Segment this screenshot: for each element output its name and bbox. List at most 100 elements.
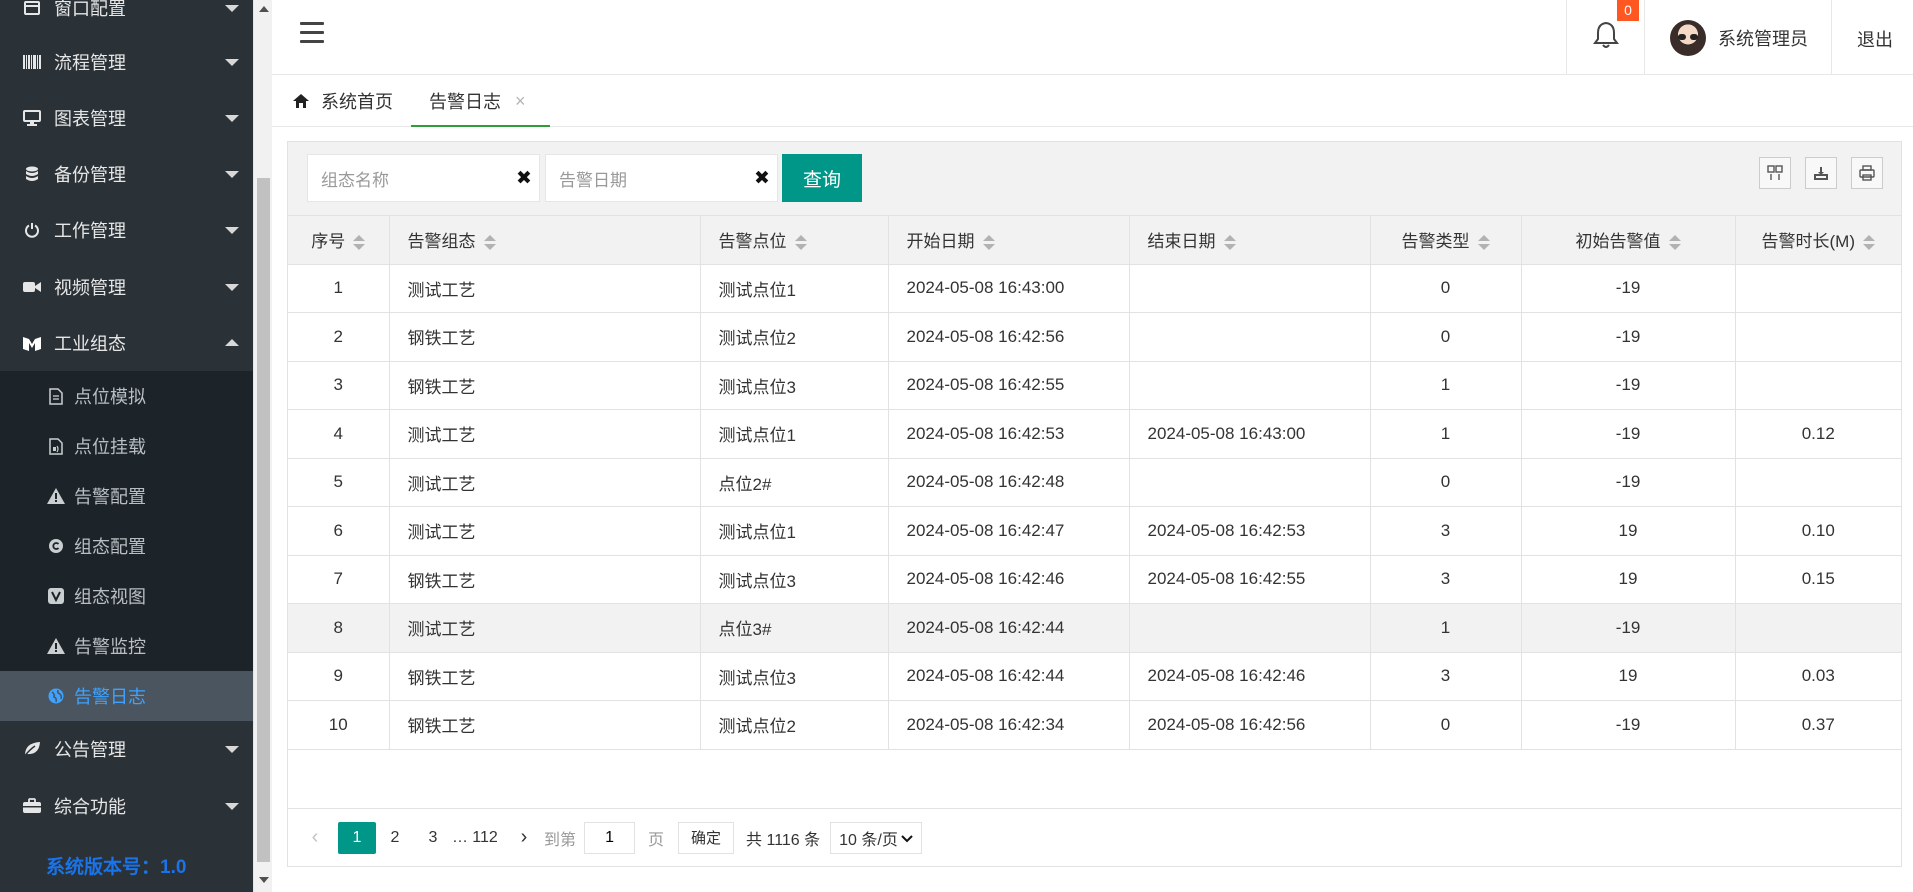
sidebar-scrollbar[interactable] xyxy=(253,0,272,892)
query-button[interactable]: 查询 xyxy=(782,154,862,202)
table-row[interactable]: 10 钢铁工艺 测试点位2 2024-05-08 16:42:34 2024-05-08… xyxy=(288,700,1901,750)
prev-page-icon[interactable]: ‹ xyxy=(302,826,328,849)
user-menu[interactable]: 系统管理员 xyxy=(1645,0,1832,75)
cell-index: 10 xyxy=(288,700,390,750)
sort-icon[interactable] xyxy=(1477,234,1490,251)
submenu-point-mount[interactable]: 点位挂载 xyxy=(0,421,253,471)
columns-filter-icon[interactable] xyxy=(1759,157,1791,189)
cell-point: 测试点位2 xyxy=(700,312,889,362)
print-icon[interactable] xyxy=(1851,157,1883,189)
sort-icon[interactable] xyxy=(794,234,807,251)
sort-icon[interactable] xyxy=(483,234,496,251)
column-header-end-date[interactable]: 结束日期 xyxy=(1129,216,1371,265)
table-row[interactable]: 6 测试工艺 测试点位1 2024-05-08 16:42:47 2024-05-08 … xyxy=(288,506,1901,556)
chevron-down-icon xyxy=(225,803,239,810)
sort-icon[interactable] xyxy=(982,234,995,251)
cell-initial-value: -19 xyxy=(1521,264,1736,313)
tab-alarm-log[interactable]: 告警日志 × xyxy=(411,75,550,128)
sort-icon[interactable] xyxy=(1223,234,1236,251)
close-icon[interactable]: × xyxy=(515,91,526,112)
column-header-initial-value[interactable]: 初始告警值 xyxy=(1521,216,1736,265)
page-3-button[interactable]: 3 xyxy=(414,822,452,854)
cell-end-date: 2024-05-08 16:42:55 xyxy=(1129,555,1371,604)
column-header-duration[interactable]: 告警时长(M) xyxy=(1735,216,1901,265)
menu-label: 公告管理 xyxy=(54,740,126,760)
cell-end-date xyxy=(1129,458,1371,507)
menu-label: 备份管理 xyxy=(54,165,126,185)
table-row[interactable]: 7 钢铁工艺 测试点位3 2024-05-08 16:42:46 2024-05-08 … xyxy=(288,555,1901,604)
config-name-input[interactable]: 组态名称 ✖ xyxy=(307,154,540,202)
sort-icon[interactable] xyxy=(353,234,366,251)
cell-initial-value: -19 xyxy=(1521,409,1736,459)
clear-icon[interactable]: ✖ xyxy=(747,167,777,190)
next-page-icon[interactable]: › xyxy=(504,826,544,849)
logout-link[interactable]: 退出 xyxy=(1857,26,1893,52)
header-label: 告警组态 xyxy=(407,232,476,252)
menu-announcement[interactable]: 公告管理 xyxy=(0,721,253,777)
table-row[interactable]: 8 测试工艺 点位3# 2024-05-08 16:42:44 1 -19 xyxy=(288,603,1901,653)
cell-point: 测试点位3 xyxy=(700,555,889,604)
menu-comprehensive[interactable]: 综合功能 xyxy=(0,778,253,834)
cell-alarm-type: 1 xyxy=(1370,409,1522,459)
column-header-index[interactable]: 序号 xyxy=(288,216,390,265)
submenu-alarm-config[interactable]: 告警配置 xyxy=(0,471,253,521)
scrollbar-thumb[interactable] xyxy=(257,178,270,862)
goto-page-input[interactable] xyxy=(584,821,636,854)
column-header-point[interactable]: 告警点位 xyxy=(700,216,889,265)
cell-duration xyxy=(1735,603,1901,653)
cell-duration: 0.10 xyxy=(1735,506,1901,556)
clear-icon[interactable]: ✖ xyxy=(509,167,539,190)
table-row[interactable]: 3 钢铁工艺 测试点位3 2024-05-08 16:42:55 1 -19 xyxy=(288,361,1901,410)
last-page-button[interactable]: 112 xyxy=(466,822,504,854)
menu-backup[interactable]: 备份管理 xyxy=(0,146,253,202)
sort-icon[interactable] xyxy=(1668,234,1681,251)
chevron-down-icon xyxy=(225,115,239,122)
column-header-start-date[interactable]: 开始日期 xyxy=(888,216,1130,265)
menu-work[interactable]: 工作管理 xyxy=(0,202,253,258)
cell-point: 点位3# xyxy=(700,603,889,653)
page-size-value: 10 条/页 xyxy=(839,831,898,849)
table-row[interactable]: 9 钢铁工艺 测试点位3 2024-05-08 16:42:44 2024-05-08 … xyxy=(288,652,1901,701)
page-2-button[interactable]: 2 xyxy=(376,822,414,854)
goto-confirm-button[interactable]: 确定 xyxy=(678,821,735,854)
submenu-config-view[interactable]: 组态视图 xyxy=(0,571,253,621)
page-1-button[interactable]: 1 xyxy=(338,821,376,854)
export-icon[interactable] xyxy=(1805,157,1837,189)
tab-bar: 系统首页 告警日志 × xyxy=(272,75,1913,128)
table-header-row: 序号 告警组态 告警点位 开始日期 结束日期 告警类型 初始告警值 告警时长(M… xyxy=(288,216,1901,265)
cell-end-date: 2024-05-08 16:42:46 xyxy=(1129,652,1371,701)
cell-config: 测试工艺 xyxy=(389,458,701,507)
table-row[interactable]: 1 测试工艺 测试点位1 2024-05-08 16:43:00 0 -19 xyxy=(288,264,1901,313)
user-name: 系统管理员 xyxy=(1718,28,1808,49)
scroll-up-icon[interactable] xyxy=(259,6,269,12)
scroll-down-icon[interactable] xyxy=(259,877,269,883)
table-row[interactable]: 4 测试工艺 测试点位1 2024-05-08 16:42:53 2024-05-08 … xyxy=(288,409,1901,459)
table-toolbar: 组态名称 ✖ 告警日期 ✖ 查询 xyxy=(288,142,1901,216)
submenu-alarm-log[interactable]: 告警日志 xyxy=(0,671,253,721)
table-row[interactable]: 5 测试工艺 点位2# 2024-05-08 16:42:48 0 -19 xyxy=(288,458,1901,507)
menu-toggle-icon[interactable] xyxy=(300,22,324,46)
cell-alarm-type: 0 xyxy=(1370,264,1522,313)
submenu-alarm-monitor[interactable]: 告警监控 xyxy=(0,621,253,671)
cell-index: 3 xyxy=(288,361,390,410)
column-header-config[interactable]: 告警组态 xyxy=(389,216,701,265)
header-label: 结束日期 xyxy=(1147,232,1216,252)
top-header: 0 系统管理员 退出 xyxy=(272,0,1913,75)
notification-button[interactable]: 0 xyxy=(1566,0,1645,75)
menu-process[interactable]: 流程管理 xyxy=(0,34,253,90)
table-row[interactable]: 2 钢铁工艺 测试点位2 2024-05-08 16:42:56 0 -19 xyxy=(288,312,1901,362)
sort-icon[interactable] xyxy=(1862,234,1875,251)
submenu-label: 告警日志 xyxy=(74,687,146,707)
page-size-select[interactable]: 10 条/页 xyxy=(830,821,923,854)
menu-industrial-config[interactable]: 工业组态 xyxy=(0,315,253,371)
cell-config: 测试工艺 xyxy=(389,264,701,313)
submenu-point-sim[interactable]: 点位模拟 xyxy=(0,371,253,421)
menu-video[interactable]: 视频管理 xyxy=(0,259,253,315)
alarm-date-input[interactable]: 告警日期 ✖ xyxy=(545,154,778,202)
tab-home[interactable]: 系统首页 xyxy=(293,75,393,127)
submenu-config-settings[interactable]: 组态配置 xyxy=(0,521,253,571)
column-header-alarm-type[interactable]: 告警类型 xyxy=(1370,216,1522,265)
submenu-label: 点位模拟 xyxy=(74,387,146,407)
menu-charts[interactable]: 图表管理 xyxy=(0,90,253,146)
menu-window-config[interactable]: 窗口配置 xyxy=(0,0,253,36)
